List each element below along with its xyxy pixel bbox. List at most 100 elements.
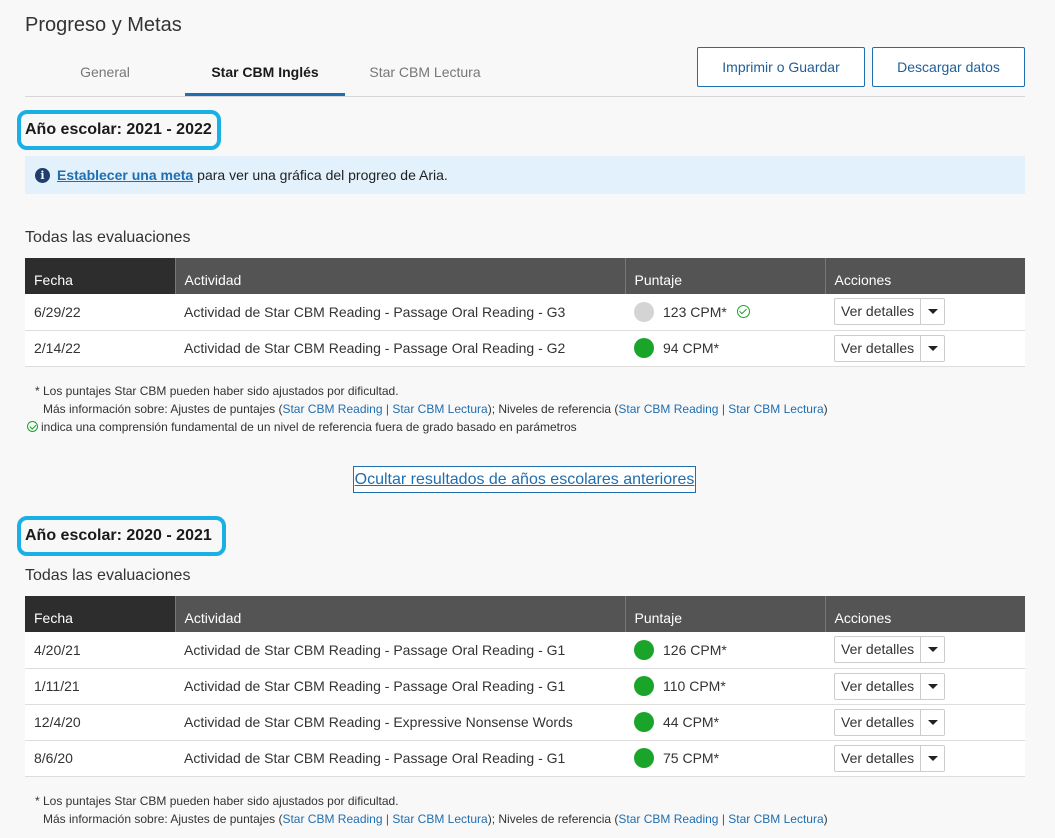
table-row: 1/11/21 Actividad de Star CBM Reading - … (25, 668, 1025, 705)
column-header-date[interactable]: Fecha (25, 258, 176, 294)
row-score: 123 CPM* (625, 294, 825, 331)
chevron-down-icon[interactable] (920, 299, 944, 325)
set-goal-link[interactable]: Establecer una meta (57, 167, 193, 183)
footnote-separator: | (385, 812, 389, 826)
column-header-activity[interactable]: Actividad (175, 596, 626, 632)
footnote-text: Más información sobre: Ajustes de puntaj… (43, 402, 283, 416)
row-date: 6/29/22 (25, 294, 175, 331)
row-date: 2/14/22 (25, 330, 175, 367)
view-details-dropdown[interactable]: Ver detalles (834, 636, 946, 664)
evaluations-table: Fecha Actividad Puntaje Acciones 4/20/21… (25, 596, 1025, 777)
link-adjust-star-cbm-reading[interactable]: Star CBM Reading (282, 812, 382, 826)
row-score: 110 CPM* (625, 668, 825, 705)
row-date: 8/6/20 (25, 740, 175, 777)
view-details-button[interactable]: Ver detalles (835, 336, 920, 361)
footnote-text: indica una comprensión fundamental de un… (41, 420, 577, 434)
row-activity: Actividad de Star CBM Reading - Passage … (175, 330, 625, 367)
row-score: 75 CPM* (625, 740, 825, 777)
footnote-separator: | (721, 402, 725, 416)
tab-star-cbm-lectura[interactable]: Star CBM Lectura (345, 54, 505, 96)
chevron-down-icon[interactable] (920, 745, 944, 771)
row-date: 4/20/21 (25, 632, 175, 669)
score-status-dot (634, 301, 654, 322)
score-footnotes: * Los puntajes Star CBM pueden haber sid… (35, 792, 828, 828)
row-activity: Actividad de Star CBM Reading - Passage … (175, 740, 625, 777)
score-value: 94 CPM* (663, 340, 720, 356)
table-row: 2/14/22 Actividad de Star CBM Reading - … (25, 330, 1025, 367)
row-score: 126 CPM* (625, 632, 825, 669)
score-status-dot (634, 338, 654, 358)
progress-goals-page: Progreso y Metas General Star CBM Inglés… (0, 0, 1055, 838)
footnote-more-info: Más información sobre: Ajustes de puntaj… (35, 810, 828, 828)
check-circle-icon (27, 421, 38, 432)
row-date: 12/4/20 (25, 704, 175, 741)
print-save-button[interactable]: Imprimir o Guardar (697, 47, 865, 87)
table-row: 6/29/22 Actividad de Star CBM Reading - … (25, 294, 1025, 331)
table-row: 8/6/20 Actividad de Star CBM Reading - P… (25, 740, 1025, 777)
view-details-dropdown[interactable]: Ver detalles (834, 708, 946, 736)
footnote-text: ) (823, 812, 828, 826)
page-title: Progreso y Metas (25, 14, 182, 36)
link-benchmark-star-cbm-reading[interactable]: Star CBM Reading (618, 402, 718, 416)
link-benchmark-star-cbm-lectura[interactable]: Star CBM Lectura (728, 402, 823, 416)
score-value: 123 CPM* (663, 303, 727, 320)
evaluations-table: Fecha Actividad Puntaje Acciones 6/29/22… (25, 258, 1025, 367)
table-header-row: Fecha Actividad Puntaje Acciones (25, 596, 1025, 632)
link-adjust-star-cbm-reading[interactable]: Star CBM Reading (282, 402, 382, 416)
row-score: 44 CPM* (625, 704, 825, 741)
view-details-dropdown[interactable]: Ver detalles (834, 298, 946, 326)
info-banner: i Establecer una meta para ver una gráfi… (25, 156, 1025, 194)
table-row: 12/4/20 Actividad de Star CBM Reading - … (25, 704, 1025, 741)
download-data-button[interactable]: Descargar datos (872, 47, 1025, 87)
chevron-down-icon[interactable] (920, 335, 944, 361)
row-activity: Actividad de Star CBM Reading - Passage … (175, 632, 625, 669)
chevron-down-icon[interactable] (920, 673, 944, 699)
column-header-activity[interactable]: Actividad (175, 258, 626, 294)
hide-previous-years-button[interactable]: Ocultar resultados de años escolares ant… (353, 466, 696, 493)
all-evaluations-label: Todas las evaluaciones (25, 567, 191, 584)
row-actions: Ver detalles (825, 330, 1025, 367)
chevron-down-icon[interactable] (920, 709, 944, 735)
footnote-separator: | (721, 812, 725, 826)
row-activity: Actividad de Star CBM Reading - Expressi… (175, 704, 625, 741)
footnote-text: ) (823, 402, 828, 416)
link-benchmark-star-cbm-lectura[interactable]: Star CBM Lectura (728, 812, 823, 826)
footnote-separator: | (385, 402, 389, 416)
footnote-more-info: Más información sobre: Ajustes de puntaj… (35, 400, 828, 418)
tab-star-cbm-ingles[interactable]: Star CBM Inglés (185, 54, 345, 96)
column-header-date[interactable]: Fecha (25, 596, 176, 632)
view-details-button[interactable]: Ver detalles (835, 710, 920, 735)
score-value: 44 CPM* (663, 714, 720, 730)
row-actions: Ver detalles (825, 740, 1025, 777)
info-banner-text: para ver una gráfica del progreo de Aria… (197, 167, 448, 183)
score-status-dot (634, 712, 654, 732)
view-details-button[interactable]: Ver detalles (835, 637, 920, 662)
chevron-down-icon[interactable] (920, 637, 944, 663)
view-details-button[interactable]: Ver detalles (835, 746, 920, 771)
column-header-score[interactable]: Puntaje (625, 596, 826, 632)
footnote-text: ); Niveles de referencia ( (487, 812, 619, 826)
footnote-adjusted: * Los puntajes Star CBM pueden haber sid… (35, 794, 399, 808)
view-details-button[interactable]: Ver detalles (835, 674, 920, 699)
link-adjust-star-cbm-lectura[interactable]: Star CBM Lectura (392, 402, 487, 416)
score-status-dot (634, 639, 654, 660)
all-evaluations-label: Todas las evaluaciones (25, 229, 191, 246)
link-benchmark-star-cbm-reading[interactable]: Star CBM Reading (618, 812, 718, 826)
footnote-text: Más información sobre: Ajustes de puntaj… (43, 812, 283, 826)
row-activity: Actividad de Star CBM Reading - Passage … (175, 668, 625, 705)
row-activity: Actividad de Star CBM Reading - Passage … (175, 294, 625, 331)
row-date: 1/11/21 (25, 668, 175, 705)
tab-general[interactable]: General (25, 54, 185, 96)
view-details-button[interactable]: Ver detalles (835, 299, 920, 324)
view-details-dropdown[interactable]: Ver detalles (834, 334, 946, 362)
score-status-dot (634, 676, 654, 696)
table-row: 4/20/21 Actividad de Star CBM Reading - … (25, 632, 1025, 669)
score-value: 75 CPM* (663, 750, 720, 766)
link-adjust-star-cbm-lectura[interactable]: Star CBM Lectura (392, 812, 487, 826)
column-header-score[interactable]: Puntaje (625, 258, 826, 294)
school-year-heading: Año escolar: 2020 - 2021 (17, 516, 226, 556)
view-details-dropdown[interactable]: Ver detalles (834, 744, 946, 772)
score-value: 110 CPM* (663, 678, 726, 694)
row-actions: Ver detalles (825, 294, 1025, 331)
view-details-dropdown[interactable]: Ver detalles (834, 672, 946, 700)
